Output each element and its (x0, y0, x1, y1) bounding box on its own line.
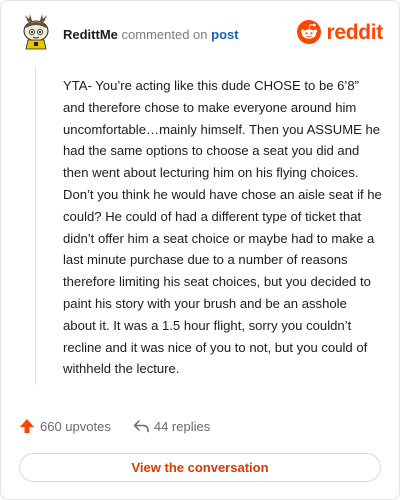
username[interactable]: RedittMe (63, 27, 118, 42)
replies-button[interactable]: 44 replies (133, 419, 210, 434)
view-conversation-button[interactable]: View the conversation (19, 453, 381, 482)
avatar[interactable] (19, 13, 53, 51)
comment-header: RedittMe commented on post (63, 27, 239, 42)
reddit-logo[interactable]: reddit (297, 20, 383, 44)
reddit-alien-icon (297, 20, 322, 44)
upvote-count: 660 upvotes (40, 418, 111, 434)
post-link[interactable]: post (211, 27, 238, 42)
upvote-button[interactable]: 660 upvotes (19, 418, 111, 434)
reply-arrow-icon (133, 420, 149, 433)
reply-count: 44 replies (153, 418, 211, 434)
user-avatar-icon (23, 14, 49, 50)
comment-actions: 660 upvotes 44 replies (19, 418, 210, 434)
comment-text: YTA- You’re acting like this dude CHOSE … (63, 78, 382, 377)
comment-card: RedittMe commented on post reddit YTA- Y… (0, 0, 400, 500)
thread-line (35, 67, 36, 385)
arrow-up-icon (20, 419, 34, 433)
action-text: commented on (121, 27, 208, 42)
reddit-wordmark: reddit (326, 20, 383, 44)
